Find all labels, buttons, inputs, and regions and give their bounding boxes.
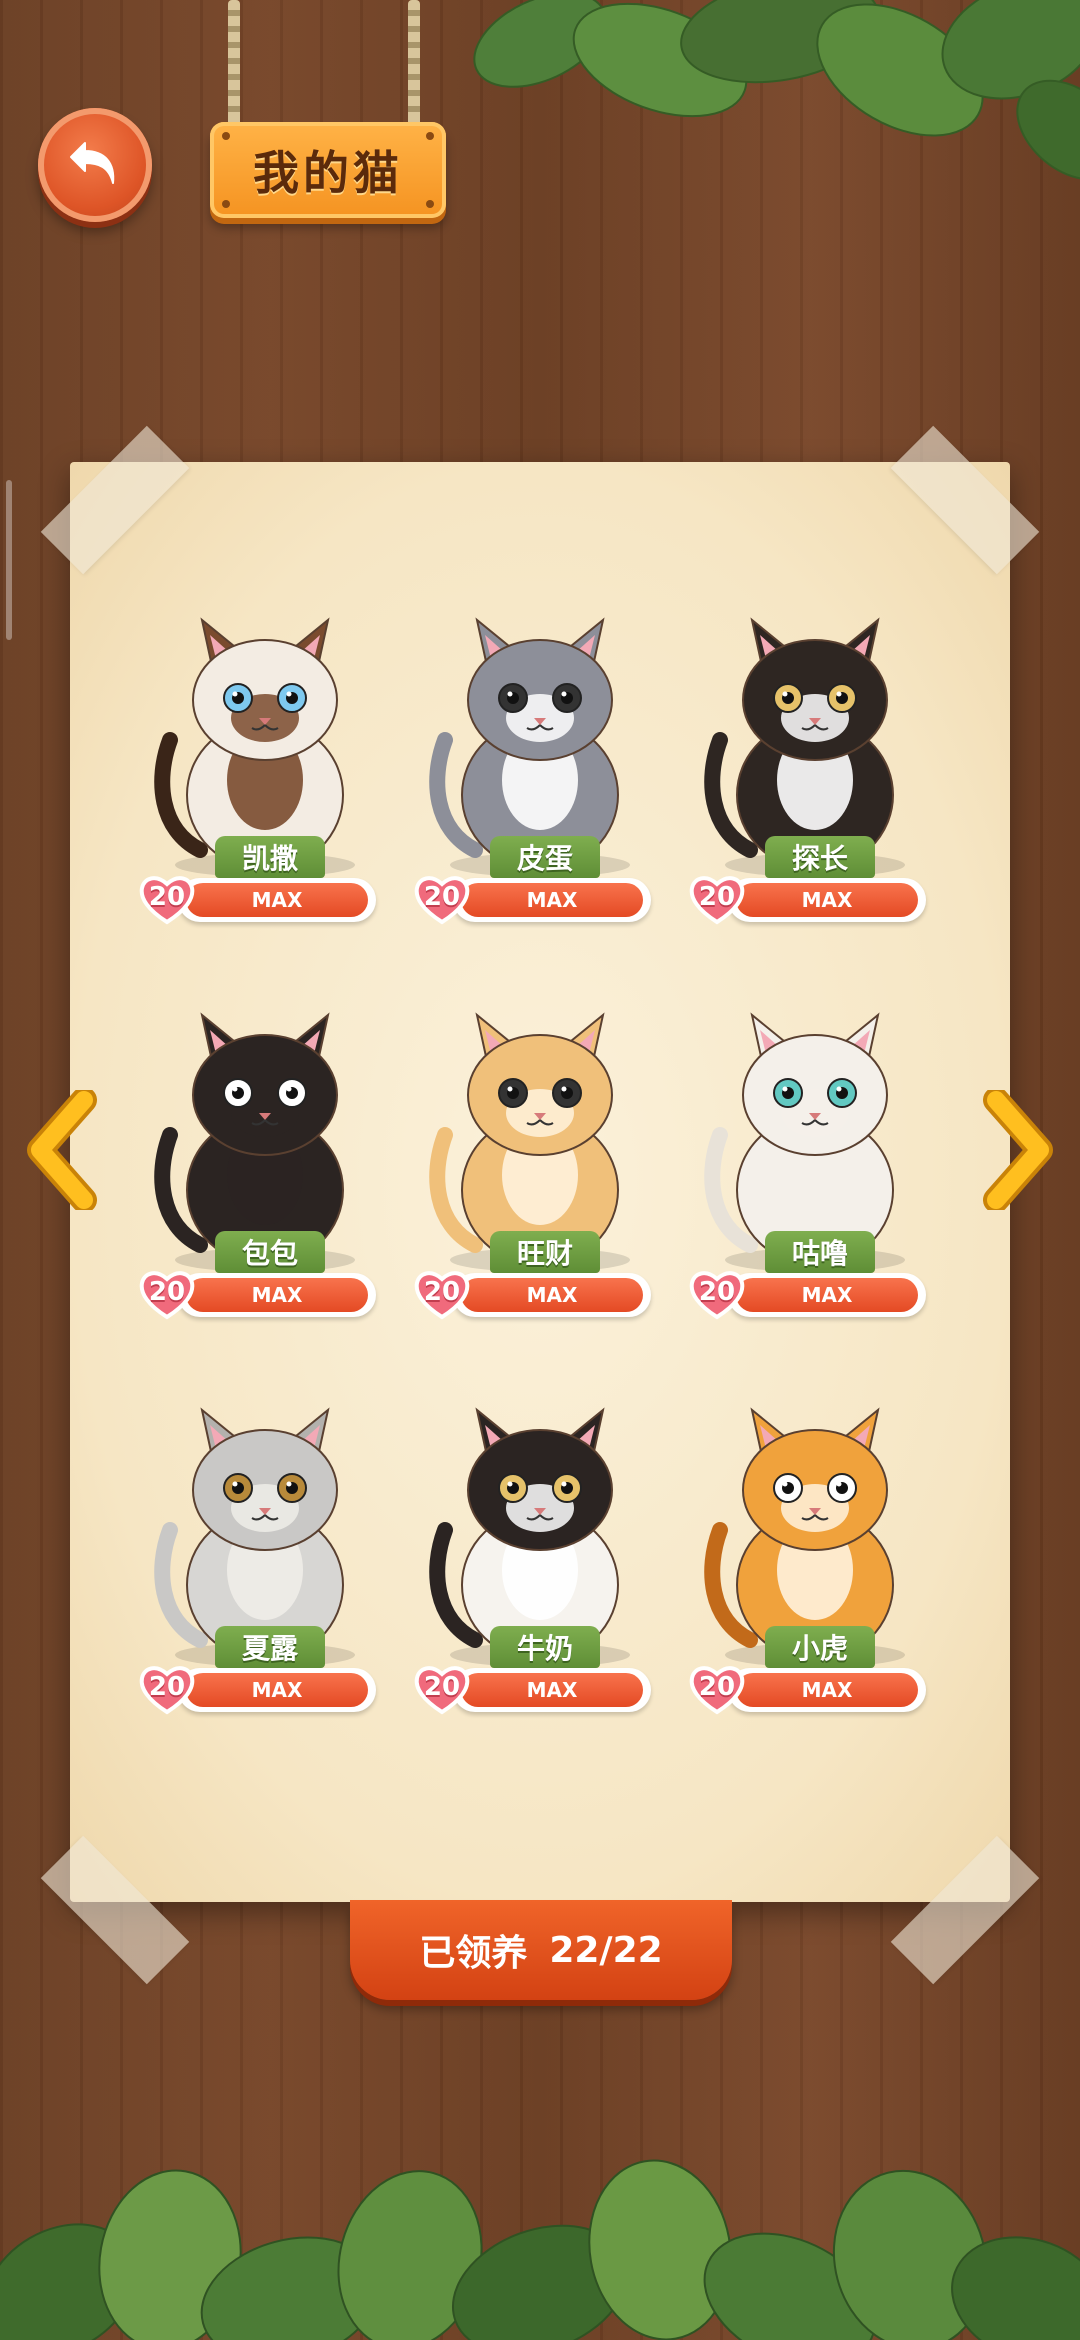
- cat-card[interactable]: 皮蛋 MAX 20: [405, 580, 675, 975]
- cat-level: 20: [423, 1672, 461, 1702]
- cat-level: 20: [423, 882, 461, 912]
- level-heart: 20: [138, 870, 196, 928]
- cat-level-row: MAX 20: [688, 870, 932, 930]
- back-arrow-icon: [70, 142, 115, 184]
- affection-progress-bar: MAX: [728, 1273, 926, 1317]
- cat-portrait-icon: [154, 1012, 355, 1272]
- cat-level-row: MAX 20: [138, 1265, 382, 1325]
- level-heart: 20: [413, 1265, 471, 1323]
- affection-progress-bar: MAX: [453, 878, 651, 922]
- cat-portrait-icon: [154, 1407, 355, 1667]
- level-status: MAX: [251, 1283, 303, 1307]
- cat-portrait-icon: [704, 1012, 905, 1272]
- affection-progress-bar: MAX: [178, 1273, 376, 1317]
- affection-progress-bar: MAX: [453, 1668, 651, 1712]
- affection-progress-bar: MAX: [178, 1668, 376, 1712]
- cat-card[interactable]: 包包 MAX 20: [130, 975, 400, 1370]
- cat-level: 20: [698, 1277, 736, 1307]
- affection-progress-fill: MAX: [461, 1673, 643, 1707]
- edge-handle: [6, 480, 12, 640]
- level-heart: 20: [138, 1265, 196, 1323]
- level-heart: 20: [413, 1660, 471, 1718]
- cat-card[interactable]: 小虎 MAX 20: [680, 1370, 950, 1765]
- cat-portrait-icon: [704, 1407, 905, 1667]
- cat-grid: 凯撒 MAX 20 皮蛋 MAX 20 探长 MAX 20 包包 MAX 20 …: [130, 580, 950, 1730]
- adopted-label: 已领养: [419, 1933, 528, 1974]
- cat-portrait-icon: [429, 1012, 630, 1272]
- cat-level-row: MAX 20: [688, 1265, 932, 1325]
- next-page-arrow-icon[interactable]: [978, 1090, 1058, 1210]
- level-heart: 20: [688, 1660, 746, 1718]
- level-heart: 20: [413, 870, 471, 928]
- cat-level-row: MAX 20: [413, 870, 657, 930]
- sign-rope-left: [228, 0, 240, 130]
- affection-progress-bar: MAX: [728, 1668, 926, 1712]
- affection-progress-bar: MAX: [178, 878, 376, 922]
- affection-progress-fill: MAX: [736, 1278, 918, 1312]
- cat-level-row: MAX 20: [688, 1660, 932, 1720]
- cat-level-row: MAX 20: [413, 1660, 657, 1720]
- sign-rope-right: [408, 0, 420, 130]
- level-heart: 20: [138, 1660, 196, 1718]
- cat-portrait-icon: [704, 617, 905, 877]
- level-heart: 20: [688, 1265, 746, 1323]
- level-status: MAX: [801, 888, 853, 912]
- affection-progress-fill: MAX: [186, 1673, 368, 1707]
- cat-card[interactable]: 探长 MAX 20: [680, 580, 950, 975]
- prev-page-arrow-icon[interactable]: [22, 1090, 102, 1210]
- cat-level-row: MAX 20: [138, 870, 382, 930]
- adopted-count: 22/22: [549, 1929, 663, 1971]
- affection-progress-fill: MAX: [736, 883, 918, 917]
- level-status: MAX: [801, 1283, 853, 1307]
- affection-progress-fill: MAX: [461, 883, 643, 917]
- affection-progress-fill: MAX: [186, 1278, 368, 1312]
- cat-level-row: MAX 20: [413, 1265, 657, 1325]
- cat-card[interactable]: 凯撒 MAX 20: [130, 580, 400, 975]
- cat-portrait-icon: [154, 617, 355, 877]
- affection-progress-fill: MAX: [186, 883, 368, 917]
- level-status: MAX: [251, 1678, 303, 1702]
- level-status: MAX: [526, 888, 578, 912]
- nail: [222, 132, 230, 140]
- affection-progress-fill: MAX: [461, 1278, 643, 1312]
- page-title: 我的猫: [253, 146, 403, 200]
- adopted-count-badge: 已领养 22/22: [350, 1900, 732, 2000]
- cat-level: 20: [698, 1672, 736, 1702]
- page-title-sign: 我的猫: [210, 122, 446, 218]
- cat-level: 20: [148, 1277, 186, 1307]
- level-status: MAX: [801, 1678, 853, 1702]
- nail: [222, 200, 230, 208]
- cat-card[interactable]: 咕噜 MAX 20: [680, 975, 950, 1370]
- cat-card[interactable]: 牛奶 MAX 20: [405, 1370, 675, 1765]
- affection-progress-bar: MAX: [453, 1273, 651, 1317]
- affection-progress-fill: MAX: [736, 1673, 918, 1707]
- cat-card[interactable]: 旺财 MAX 20: [405, 975, 675, 1370]
- cat-card[interactable]: 夏露 MAX 20: [130, 1370, 400, 1765]
- cat-level-row: MAX 20: [138, 1660, 382, 1720]
- level-heart: 20: [688, 870, 746, 928]
- cat-portrait-icon: [429, 1407, 630, 1667]
- back-button[interactable]: [38, 108, 152, 222]
- nail: [426, 200, 434, 208]
- level-status: MAX: [251, 888, 303, 912]
- level-status: MAX: [526, 1283, 578, 1307]
- cat-level: 20: [698, 882, 736, 912]
- cat-portrait-icon: [429, 617, 630, 877]
- cat-level: 20: [148, 1672, 186, 1702]
- cat-level: 20: [148, 882, 186, 912]
- cat-level: 20: [423, 1277, 461, 1307]
- nail: [426, 132, 434, 140]
- affection-progress-bar: MAX: [728, 878, 926, 922]
- level-status: MAX: [526, 1678, 578, 1702]
